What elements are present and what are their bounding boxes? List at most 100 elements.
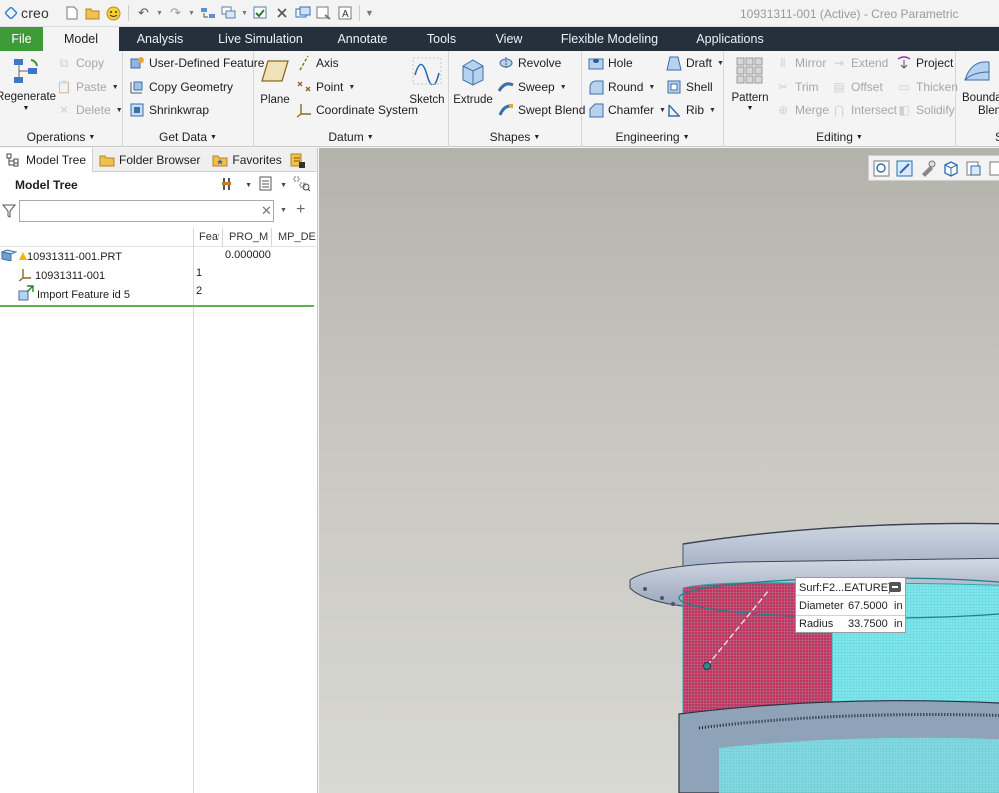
tab-view[interactable]: View — [478, 27, 540, 51]
round-dropdown-icon[interactable]: ▼ — [648, 84, 655, 91]
tab-model-tree[interactable]: Model Tree — [0, 147, 94, 172]
rib-dropdown-icon[interactable]: ▼ — [709, 107, 716, 114]
close-window-icon[interactable] — [272, 4, 291, 23]
copy-geometry-button[interactable]: Copy Geometry — [129, 77, 233, 97]
tree-show-icon[interactable] — [258, 176, 274, 195]
tree-settings-dropdown-icon[interactable]: ▼ — [245, 182, 252, 189]
search-dropdown-icon[interactable]: ▼ — [280, 207, 287, 214]
shapes-group-label[interactable]: Shapes ▼ — [449, 130, 581, 144]
datum-group-label[interactable]: Datum ▼ — [254, 130, 448, 144]
column-pro-mp[interactable]: PRO_MP — [229, 231, 269, 243]
undo-dropdown-icon[interactable]: ▼ — [155, 10, 164, 17]
tree-row-import-feature[interactable]: Import Feature id 5 2 — [0, 283, 318, 301]
search-clear-icon[interactable]: ✕ — [261, 203, 272, 219]
tree-row-csys[interactable]: 10931311-001 1 — [0, 265, 318, 283]
copy-button[interactable]: ⧉ Copy — [56, 53, 104, 73]
paste-button[interactable]: 📋 Paste ▼ — [56, 77, 119, 97]
rib-button[interactable]: Rib ▼ — [666, 100, 716, 120]
insert-here-indicator[interactable] — [0, 305, 314, 307]
column-mp-den[interactable]: MP_DEN — [278, 231, 316, 243]
tree-settings-icon[interactable] — [221, 176, 239, 195]
get-data-group-label[interactable]: Get Data ▼ — [123, 130, 253, 144]
pattern-button[interactable]: Pattern ▼ — [730, 55, 770, 112]
extend-button[interactable]: ⇥ Extend — [831, 53, 888, 73]
check-icon[interactable] — [251, 4, 270, 23]
swept-blend-button[interactable]: Swept Blend — [498, 100, 585, 120]
draft-button[interactable]: Draft ▼ — [666, 53, 724, 73]
layer-tree-tab[interactable] — [288, 148, 312, 172]
project-button[interactable]: Project — [896, 53, 953, 73]
tab-model[interactable]: Model — [43, 27, 119, 51]
chamfer-button[interactable]: Chamfer ▼ — [588, 100, 666, 120]
extrude-button[interactable]: Extrude — [453, 55, 493, 106]
new-icon[interactable] — [62, 4, 81, 23]
shell-button[interactable]: Shell — [666, 77, 713, 97]
tab-live-simulation[interactable]: Live Simulation — [201, 27, 320, 51]
tree-show-dropdown-icon[interactable]: ▼ — [280, 182, 287, 189]
thicken-button[interactable]: ▭ Thicken — [896, 77, 958, 97]
switch-window-icon[interactable] — [293, 4, 312, 23]
add-filter-icon[interactable]: + — [296, 201, 305, 219]
tab-favorites[interactable]: Favorites — [206, 148, 287, 172]
mirror-button[interactable]: ⫴ Mirror — [775, 53, 826, 73]
plane-button[interactable]: Plane — [258, 55, 292, 106]
windows-dropdown-icon[interactable]: ▼ — [240, 10, 249, 17]
graphics-viewport[interactable]: Surf:F2...EATURE) Diameter 67.5000 in Ra… — [319, 148, 999, 793]
regenerate-icon[interactable] — [198, 4, 217, 23]
paste-dropdown-icon[interactable]: ▼ — [112, 84, 119, 91]
tab-applications[interactable]: Applications — [679, 27, 781, 51]
sweep-button[interactable]: Sweep ▼ — [498, 77, 567, 97]
undo-icon[interactable]: ↶ — [134, 4, 153, 23]
shrinkwrap-button[interactable]: Shrinkwrap — [129, 100, 209, 120]
customize-icon[interactable]: ▼ — [365, 8, 374, 18]
merge-button[interactable]: ⊕ Merge — [775, 100, 829, 120]
operations-group-label[interactable]: Operations ▼ — [0, 130, 122, 144]
tab-annotate[interactable]: Annotate — [320, 27, 405, 51]
chamfer-dropdown-icon[interactable]: ▼ — [659, 107, 666, 114]
tree-row-part[interactable]: 10931311-001.PRT 0.000000 — [0, 247, 318, 265]
hole-button[interactable]: Hole — [588, 53, 633, 73]
sweep-dropdown-icon[interactable]: ▼ — [560, 84, 567, 91]
column-separator[interactable] — [271, 228, 272, 247]
solidify-button[interactable]: ◧ Solidify — [896, 100, 954, 120]
intersect-button[interactable]: ⋂ Intersect — [831, 100, 897, 120]
delete-button[interactable]: ✕ Delete ▼ — [56, 100, 123, 120]
tree-search-input[interactable] — [19, 200, 274, 222]
tree-filter-icon[interactable] — [293, 176, 311, 195]
axis-button[interactable]: Axis — [296, 53, 339, 73]
editing-group-label[interactable]: Editing ▼ — [724, 130, 955, 144]
surfaces-group-label[interactable]: S — [995, 130, 999, 144]
engineering-group-label[interactable]: Engineering ▼ — [582, 130, 723, 144]
tab-analysis[interactable]: Analysis — [119, 27, 201, 51]
round-button[interactable]: Round ▼ — [588, 77, 655, 97]
revolve-button[interactable]: Revolve — [498, 53, 561, 73]
delete-dropdown-icon[interactable]: ▼ — [116, 107, 123, 114]
sketch-button[interactable]: Sketch — [408, 55, 446, 106]
trim-button[interactable]: ✂ Trim — [775, 77, 819, 97]
coordinate-system-button[interactable]: Coordinate System — [296, 100, 418, 120]
open-icon[interactable] — [83, 4, 102, 23]
udf-button[interactable]: User-Defined Feature — [129, 53, 264, 73]
regenerate-dropdown-icon[interactable]: ▼ — [23, 105, 30, 112]
tab-tools[interactable]: Tools — [405, 27, 478, 51]
smiley-icon[interactable] — [104, 4, 123, 23]
windows-icon[interactable] — [219, 4, 238, 23]
filter-icon[interactable] — [1, 204, 17, 218]
tab-file[interactable]: File — [0, 27, 43, 51]
regenerate-button[interactable]: Regenerate ▼ — [0, 55, 56, 112]
point-dropdown-icon[interactable]: ▼ — [348, 84, 355, 91]
text-style-icon[interactable]: A — [335, 4, 354, 23]
draft-dropdown-icon[interactable]: ▼ — [717, 60, 724, 67]
redo-dropdown-icon[interactable]: ▼ — [187, 10, 196, 17]
tree-column-splitter[interactable] — [193, 228, 194, 793]
part-model[interactable] — [319, 148, 999, 793]
tab-flexible-modeling[interactable]: Flexible Modeling — [540, 27, 679, 51]
pattern-dropdown-icon[interactable]: ▼ — [747, 105, 754, 112]
redo-icon[interactable]: ↷ — [166, 4, 185, 23]
erase-icon[interactable] — [314, 4, 333, 23]
tab-folder-browser[interactable]: Folder Browser — [93, 148, 206, 172]
column-feat[interactable]: Feat — [199, 231, 219, 243]
column-separator[interactable] — [222, 228, 223, 247]
offset-button[interactable]: ▤ Offset — [831, 77, 882, 97]
point-button[interactable]: Point ▼ — [296, 77, 355, 97]
